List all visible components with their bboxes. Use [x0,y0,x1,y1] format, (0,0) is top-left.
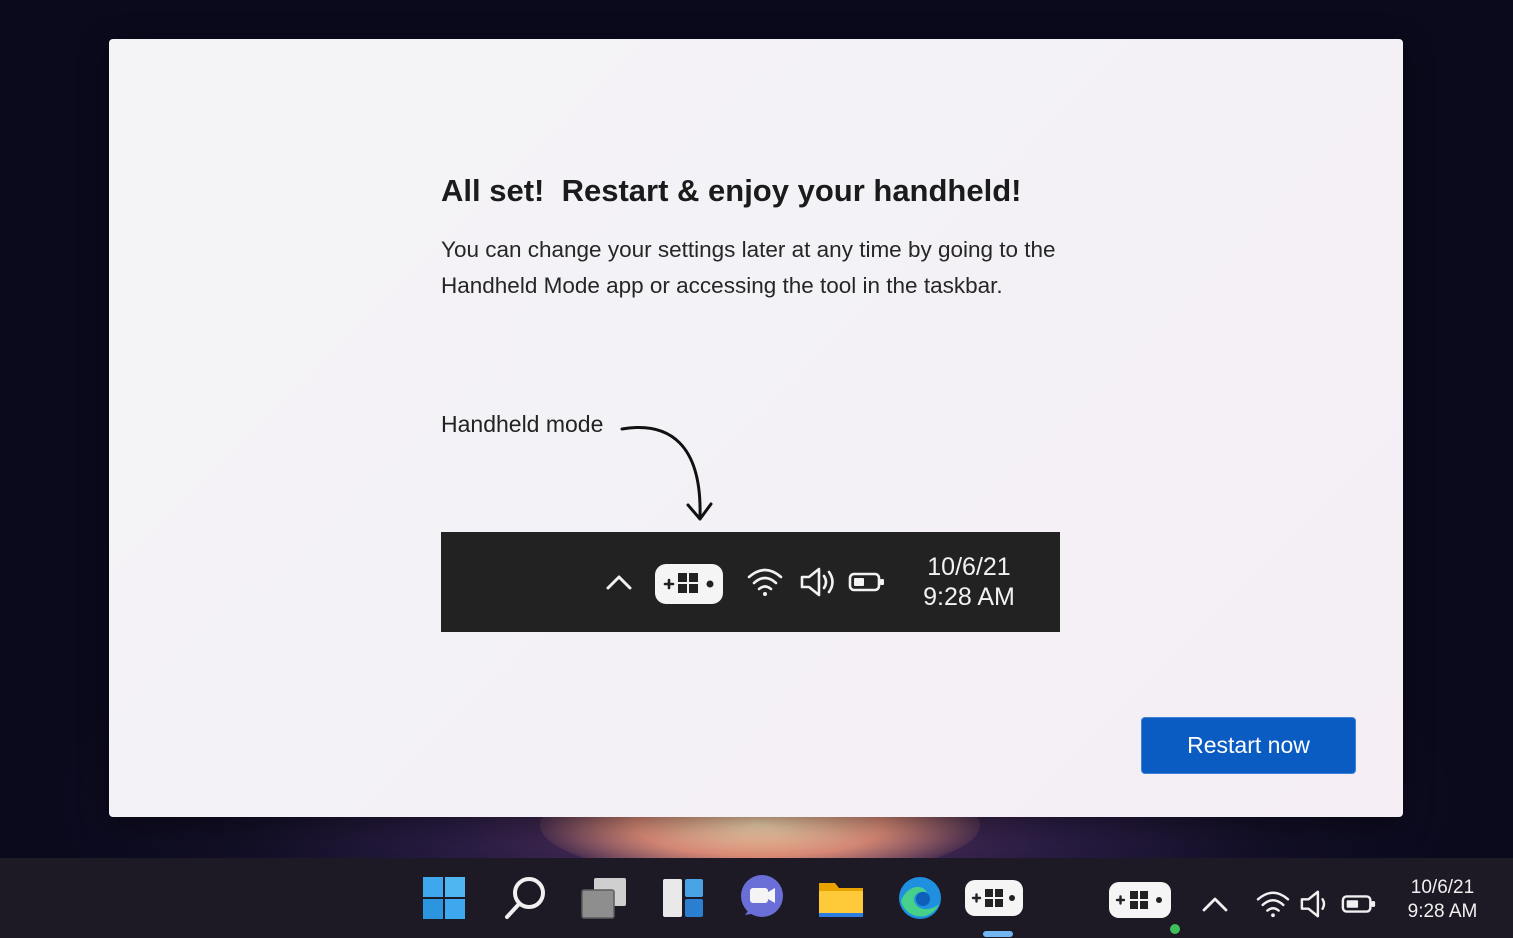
search-icon[interactable] [497,870,553,926]
time-text: 9:28 AM [1407,901,1478,922]
handheld-mode-app-icon[interactable] [963,870,1025,926]
time-text: 9:28 AM [923,583,1015,611]
status-dot [1170,924,1180,934]
handheld-mode-icon[interactable] [1107,880,1173,920]
teams-chat-icon[interactable] [734,870,790,926]
windows-start-icon[interactable] [416,870,472,926]
taskbar-clock[interactable]: 10/6/21 9:28 AM [1395,876,1490,924]
file-explorer-icon[interactable] [813,870,869,926]
restart-now-button[interactable]: Restart now [1141,717,1356,774]
volume-icon[interactable] [1297,888,1335,920]
date-text: 10/6/21 [927,553,1011,581]
taskbar-preview-clock: 10/6/21 9:28 AM [911,552,1027,612]
taskbar-preview: 10/6/21 9:28 AM [441,532,1060,632]
battery-icon [847,566,887,598]
volume-icon [797,564,837,600]
date-text: 10/6/21 [1410,877,1475,898]
callout-arrow-icon [620,426,713,521]
task-view-icon[interactable] [576,870,632,926]
windows-taskbar: 10/6/21 9:28 AM [0,858,1513,938]
dialog-description: You can change your settings later at an… [441,237,1056,298]
wifi-icon [745,564,785,600]
chevron-up-icon [601,566,637,598]
setup-complete-dialog: All set! Restart & enjoy your handheld! … [109,39,1403,817]
active-app-indicator [983,931,1013,937]
battery-icon[interactable] [1340,890,1378,918]
chevron-up-icon[interactable] [1198,890,1232,918]
dialog-title: All set! Restart & enjoy your handheld! [441,173,1022,208]
wifi-icon[interactable] [1253,888,1293,920]
widgets-icon[interactable] [655,870,711,926]
handheld-mode-icon [653,562,725,606]
edge-icon[interactable] [892,870,948,926]
handheld-mode-callout-label: Handheld mode [441,411,604,437]
